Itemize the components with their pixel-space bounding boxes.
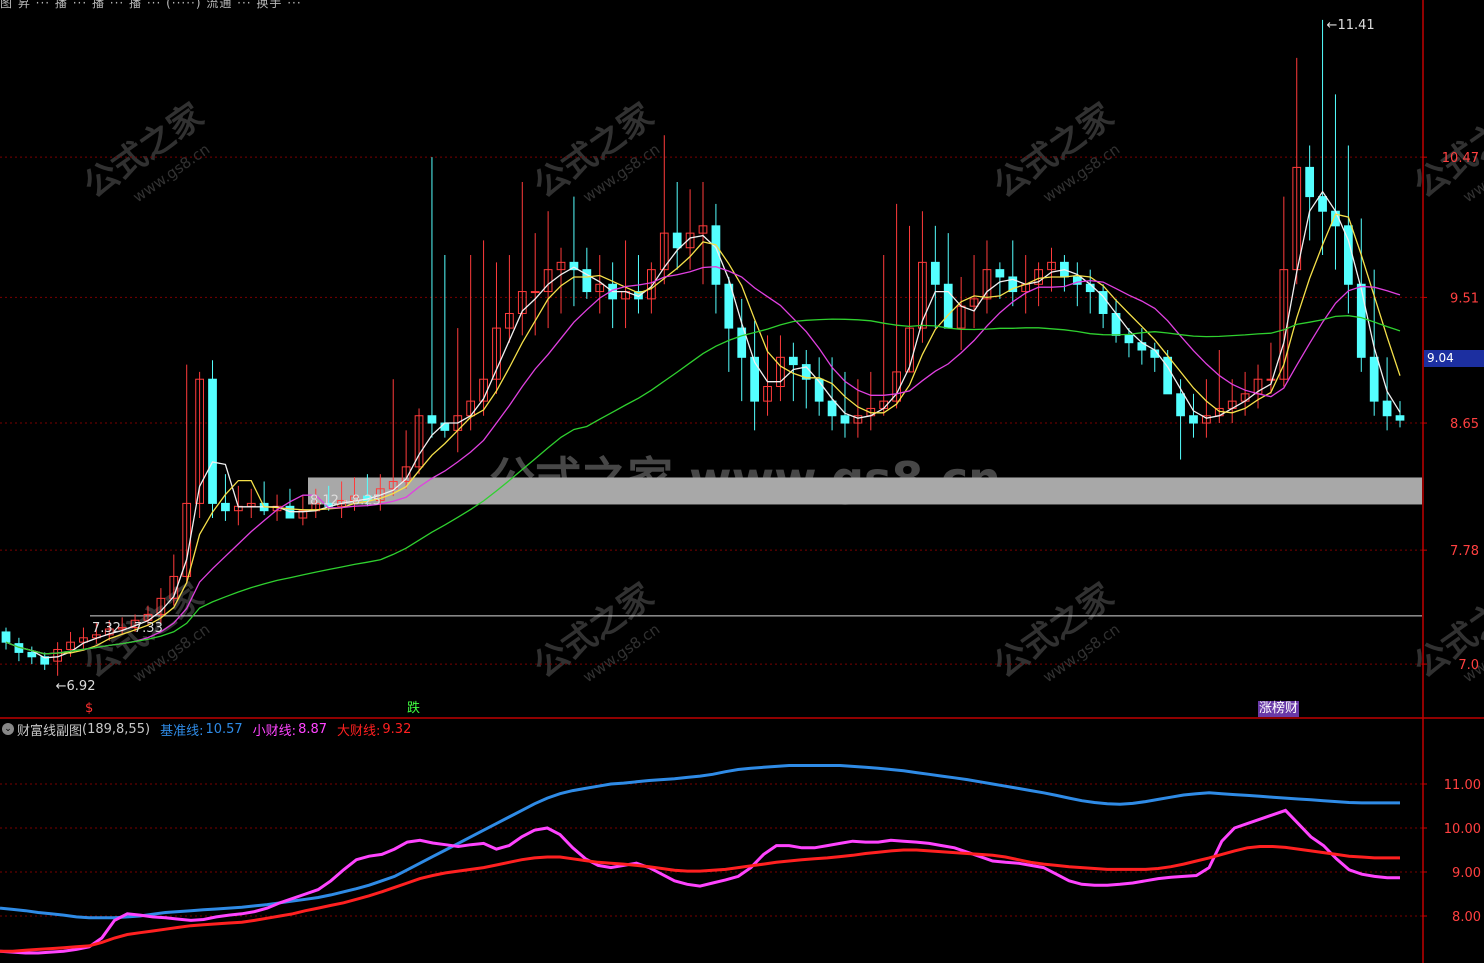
candle-body: [1189, 415, 1198, 424]
candle-body: [930, 261, 940, 285]
candle-body: [827, 400, 837, 417]
high-price-annotation: ←11.41: [1327, 18, 1375, 33]
price-annotations: ←11.41 ←6.92 8.12 - 8.25 7.32 - 7.33: [56, 18, 1375, 694]
indicator-header: ⌄ 财富线副图 (189,8,55) 基准线: 10.57 小财线: 8.87 …: [0, 719, 417, 739]
candle-body: [788, 356, 798, 366]
candle-body: [530, 291, 540, 294]
candle-body: [440, 422, 450, 431]
band-upper-label: 8.12 - 8.25: [310, 493, 381, 508]
watermark-small-1: 公式之家www.gs8.cn: [527, 96, 664, 207]
price-tick-label: 7.0: [1458, 658, 1479, 673]
candle-body: [1305, 166, 1315, 198]
indicator-line-0: [0, 764, 1400, 920]
candle-body: [995, 269, 1005, 278]
candle-body: [427, 415, 437, 424]
candle-body: [1356, 283, 1366, 358]
candle-body: [221, 502, 230, 512]
candle-body: [750, 356, 760, 402]
candle-body: [1124, 334, 1134, 344]
price-tick-label: 10.47: [1442, 151, 1479, 166]
price-y-axis: 10.47 9.51 8.65 7.78 7.0: [1422, 151, 1479, 673]
chart-root: 公式之家www.gs8.cn 公式之家www.gs8.cn 公式之家www.gs8.…: [0, 0, 1484, 963]
current-price-tag: 9.04: [1424, 350, 1484, 367]
watermark-small-4: 公式之家www.gs8.cn: [527, 576, 664, 687]
price-tick-label: 7.78: [1450, 544, 1479, 559]
watermark-small-7: 公式之家www.gs8.cn: [1407, 576, 1484, 687]
legend-key-big-wealth: 大财线:: [337, 723, 381, 739]
low-price-annotation: ←6.92: [56, 679, 96, 694]
candle-body: [1, 631, 11, 643]
candle-body: [672, 232, 682, 249]
signal-dollar: $: [85, 701, 94, 716]
candle-body: [840, 415, 850, 424]
candle-body: [1085, 283, 1095, 293]
signal-rally-wealth: 涨榜财: [1258, 701, 1300, 717]
indicator-tick-label: 10.00: [1444, 822, 1481, 837]
collapse-toggle-icon[interactable]: ⌄: [2, 723, 14, 735]
watermark-small-3: 公式之家www.gs8.cn: [77, 576, 214, 687]
indicator-line-1: [0, 808, 1400, 955]
candle-body: [943, 283, 953, 329]
indicator-tick-label: 8.00: [1452, 910, 1481, 925]
watermark-small-0: 公式之家www.gs8.cn: [77, 96, 214, 207]
indicator-tick-label: 11.00: [1444, 778, 1481, 793]
price-tick-label: 8.65: [1450, 417, 1479, 432]
candle-body: [1318, 196, 1327, 212]
candle-body: [1098, 291, 1108, 314]
legend-key-small-wealth: 小财线:: [252, 723, 297, 739]
watermark-small-5: 公式之家www.gs8.cn: [987, 576, 1124, 687]
candle-body: [1395, 415, 1405, 421]
candle-body: [1266, 378, 1276, 381]
price-tick-label: 9.51: [1450, 291, 1479, 306]
candle-body: [208, 378, 217, 504]
candle-body: [1369, 356, 1379, 402]
candle-body: [27, 651, 37, 658]
band-lower-label: 7.32 - 7.33: [92, 621, 163, 636]
candle-body: [1176, 393, 1185, 417]
indicator-grid: [0, 783, 1422, 917]
candlesticks: [1, 19, 1405, 676]
indicator-y-axis: 11.00 10.00 9.00 8.00: [1422, 778, 1481, 925]
support-band-upper: [308, 477, 1422, 505]
legend-value-small-wealth: 8.87: [298, 721, 328, 737]
signal-fall: 跌: [407, 701, 421, 716]
indicator-tick-label: 9.00: [1452, 866, 1481, 881]
legend-value-baseline: 10.57: [205, 721, 243, 737]
indicator-name[interactable]: 财富线副图: [17, 720, 82, 739]
candle-body: [1382, 400, 1392, 417]
watermark-small-2: 公式之家www.gs8.cn: [987, 96, 1124, 207]
legend-value-big-wealth: 9.32: [382, 721, 412, 737]
legend-key-baseline: 基准线:: [160, 723, 204, 739]
indicator-params: (189,8,55): [82, 721, 151, 737]
indicator-line-2: [0, 845, 1400, 953]
indicator-lines: [0, 764, 1400, 955]
